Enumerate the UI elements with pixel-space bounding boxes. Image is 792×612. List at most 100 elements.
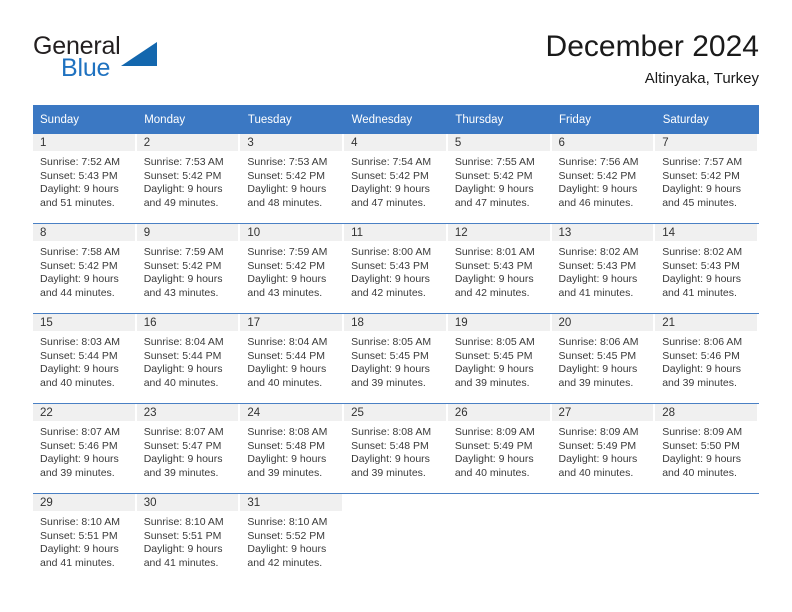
sunset-time: Sunset: 5:43 PM bbox=[558, 259, 637, 272]
calendar-day-cell[interactable]: 16 Sunrise: 8:04 AM Sunset: 5:44 PM Dayligh… bbox=[136, 313, 241, 404]
day-cell-inner: 24 Sunrise: 8:08 AM Sunset: 5:48 PM Dayligh… bbox=[240, 404, 344, 493]
day-cell-inner: 9 Sunrise: 7:59 AM Sunset: 5:42 PM Daylight… bbox=[136, 224, 241, 313]
calendar-empty-cell bbox=[655, 493, 759, 583]
calendar-day-cell[interactable]: 3 Sunrise: 7:53 AM Sunset: 5:42 PM Daylight… bbox=[240, 134, 345, 224]
sunrise-time: Sunrise: 8:05 AM bbox=[351, 336, 432, 348]
day-cell-inner: 23 Sunrise: 8:07 AM Sunset: 5:47 PM Dayligh… bbox=[136, 404, 241, 493]
page-title: December 2024 bbox=[545, 30, 759, 63]
calendar-day-cell[interactable]: 30 Sunrise: 8:10 AM Sunset: 5:51 PM Dayligh… bbox=[136, 493, 241, 583]
sunrise-time: Sunrise: 7:53 AM bbox=[143, 156, 224, 168]
daylight-duration-line1: Daylight: 9 hours bbox=[40, 543, 119, 556]
day-number: 12 bbox=[454, 227, 468, 239]
day-cell-inner: 16 Sunrise: 8:04 AM Sunset: 5:44 PM Dayligh… bbox=[136, 314, 241, 403]
sunrise-time: Sunrise: 8:09 AM bbox=[454, 426, 535, 438]
day-number-band: 23 bbox=[136, 404, 239, 421]
calendar-day-cell[interactable]: 10 Sunrise: 7:59 AM Sunset: 5:42 PM Dayligh… bbox=[240, 223, 345, 314]
day-number: 26 bbox=[454, 407, 468, 419]
calendar-day-cell[interactable]: 13 Sunrise: 8:02 AM Sunset: 5:43 PM Dayligh… bbox=[551, 223, 656, 314]
calendar-day-cell[interactable]: 14 Sunrise: 8:02 AM Sunset: 5:43 PM Dayligh… bbox=[655, 223, 759, 314]
day-cell-details: Sunrise: 8:09 AM Sunset: 5:49 PM Daylight:… bbox=[448, 421, 552, 480]
calendar-day-cell[interactable]: 4 Sunrise: 7:54 AM Sunset: 5:42 PM Daylight… bbox=[344, 134, 448, 224]
daylight-duration-line2: and 49 minutes. bbox=[143, 196, 219, 209]
calendar-day-cell[interactable]: 29 Sunrise: 8:10 AM Sunset: 5:51 PM Dayligh… bbox=[33, 493, 137, 583]
day-cell-details: Sunrise: 7:54 AM Sunset: 5:42 PM Daylight:… bbox=[344, 151, 448, 210]
day-cell-inner: 21 Sunrise: 8:06 AM Sunset: 5:46 PM Dayligh… bbox=[655, 314, 759, 403]
calendar-day-cell[interactable]: 7 Sunrise: 7:57 AM Sunset: 5:42 PM Daylight… bbox=[655, 134, 759, 224]
calendar-day-cell[interactable]: 17 Sunrise: 8:04 AM Sunset: 5:44 PM Dayligh… bbox=[240, 313, 345, 404]
sunrise-time: Sunrise: 8:00 AM bbox=[351, 246, 432, 258]
calendar-day-cell[interactable]: 24 Sunrise: 8:08 AM Sunset: 5:48 PM Dayligh… bbox=[240, 403, 345, 494]
day-number-band: 29 bbox=[33, 494, 135, 511]
day-cell-inner: 3 Sunrise: 7:53 AM Sunset: 5:42 PM Daylight… bbox=[240, 134, 344, 223]
daylight-duration-line2: and 40 minutes. bbox=[247, 376, 323, 389]
sunset-time: Sunset: 5:42 PM bbox=[558, 169, 637, 182]
calendar-day-cell[interactable]: 9 Sunrise: 7:59 AM Sunset: 5:42 PM Daylight… bbox=[136, 223, 241, 314]
daylight-duration-line2: and 40 minutes. bbox=[662, 466, 737, 479]
day-cell-details: Sunrise: 8:07 AM Sunset: 5:46 PM Daylight:… bbox=[33, 421, 137, 480]
daylight-duration-line2: and 47 minutes. bbox=[351, 196, 426, 209]
day-cell-details: Sunrise: 7:52 AM Sunset: 5:43 PM Daylight:… bbox=[33, 151, 137, 210]
title-block: December 2024 Altinyaka, Turkey bbox=[546, 28, 759, 90]
daylight-duration-line2: and 43 minutes. bbox=[247, 286, 323, 299]
day-cell-inner bbox=[344, 494, 448, 583]
day-number: 16 bbox=[143, 317, 157, 329]
sunrise-time: Sunrise: 8:07 AM bbox=[143, 426, 224, 438]
calendar-day-cell[interactable]: 11 Sunrise: 8:00 AM Sunset: 5:43 PM Dayligh… bbox=[344, 223, 448, 314]
daylight-duration-line2: and 39 minutes. bbox=[454, 376, 530, 389]
daylight-duration-line1: Daylight: 9 hours bbox=[40, 273, 119, 286]
day-number-band: 5 bbox=[447, 134, 550, 151]
sunset-time: Sunset: 5:46 PM bbox=[40, 439, 118, 452]
calendar-day-cell[interactable]: 6 Sunrise: 7:56 AM Sunset: 5:42 PM Daylight… bbox=[551, 134, 656, 224]
sunrise-time: Sunrise: 8:07 AM bbox=[40, 426, 120, 438]
daylight-duration-line1: Daylight: 9 hours bbox=[454, 273, 534, 286]
day-cell-inner: 2 Sunrise: 7:53 AM Sunset: 5:42 PM Daylight… bbox=[136, 134, 241, 223]
calendar-day-cell[interactable]: 5 Sunrise: 7:55 AM Sunset: 5:42 PM Daylight… bbox=[447, 134, 552, 224]
day-cell-details: Sunrise: 8:05 AM Sunset: 5:45 PM Daylight:… bbox=[344, 331, 448, 390]
day-cell-inner: 5 Sunrise: 7:55 AM Sunset: 5:42 PM Daylight… bbox=[447, 134, 552, 223]
day-number-band: 10 bbox=[240, 224, 343, 241]
calendar-day-cell[interactable]: 31 Sunrise: 8:10 AM Sunset: 5:52 PM Dayligh… bbox=[240, 493, 345, 583]
daylight-duration-line1: Daylight: 9 hours bbox=[247, 183, 327, 196]
calendar-day-cell[interactable]: 27 Sunrise: 8:09 AM Sunset: 5:49 PM Dayligh… bbox=[551, 403, 656, 494]
calendar-day-cell[interactable]: 1 Sunrise: 7:52 AM Sunset: 5:43 PM Daylight… bbox=[33, 134, 137, 224]
calendar-day-cell[interactable]: 19 Sunrise: 8:05 AM Sunset: 5:45 PM Dayligh… bbox=[447, 313, 552, 404]
calendar-day-cell[interactable]: 18 Sunrise: 8:05 AM Sunset: 5:45 PM Dayligh… bbox=[344, 313, 448, 404]
day-number-band bbox=[344, 494, 446, 511]
weekday-header-wednesday: Wednesday bbox=[344, 105, 449, 134]
calendar-day-cell[interactable]: 8 Sunrise: 7:58 AM Sunset: 5:42 PM Daylight… bbox=[33, 223, 137, 314]
day-cell-details: Sunrise: 8:02 AM Sunset: 5:43 PM Daylight:… bbox=[552, 241, 656, 300]
calendar-empty-cell bbox=[551, 493, 656, 583]
day-number: 29 bbox=[40, 497, 53, 509]
daylight-duration-line1: Daylight: 9 hours bbox=[662, 273, 742, 286]
day-number: 22 bbox=[40, 407, 53, 419]
day-number-band bbox=[552, 494, 654, 511]
calendar-day-cell[interactable]: 15 Sunrise: 8:03 AM Sunset: 5:44 PM Dayligh… bbox=[33, 313, 137, 404]
calendar-week-row: 29 Sunrise: 8:10 AM Sunset: 5:51 PM Dayligh… bbox=[33, 493, 759, 583]
calendar-day-cell[interactable]: 28 Sunrise: 8:09 AM Sunset: 5:50 PM Dayligh… bbox=[655, 403, 759, 494]
sunset-time: Sunset: 5:43 PM bbox=[454, 259, 533, 272]
sunset-time: Sunset: 5:51 PM bbox=[40, 529, 118, 542]
calendar-day-cell[interactable]: 25 Sunrise: 8:08 AM Sunset: 5:48 PM Dayligh… bbox=[344, 403, 448, 494]
calendar-day-cell[interactable]: 20 Sunrise: 8:06 AM Sunset: 5:45 PM Dayligh… bbox=[551, 313, 656, 404]
day-cell-inner: 18 Sunrise: 8:05 AM Sunset: 5:45 PM Dayligh… bbox=[344, 314, 448, 403]
general-blue-logo[interactable]: General Blue bbox=[33, 32, 173, 90]
daylight-duration-line1: Daylight: 9 hours bbox=[143, 453, 223, 466]
day-number-band: 20 bbox=[551, 314, 654, 331]
calendar-day-cell[interactable]: 23 Sunrise: 8:07 AM Sunset: 5:47 PM Dayligh… bbox=[136, 403, 241, 494]
sunset-time: Sunset: 5:45 PM bbox=[558, 349, 637, 362]
sunset-time: Sunset: 5:52 PM bbox=[247, 529, 326, 542]
calendar-day-cell[interactable]: 22 Sunrise: 8:07 AM Sunset: 5:46 PM Dayligh… bbox=[33, 403, 137, 494]
sunset-time: Sunset: 5:42 PM bbox=[247, 259, 326, 272]
daylight-duration-line1: Daylight: 9 hours bbox=[143, 273, 223, 286]
calendar-day-cell[interactable]: 2 Sunrise: 7:53 AM Sunset: 5:42 PM Daylight… bbox=[136, 134, 241, 224]
day-cell-inner: 31 Sunrise: 8:10 AM Sunset: 5:52 PM Dayligh… bbox=[240, 494, 344, 583]
day-cell-inner: 10 Sunrise: 7:59 AM Sunset: 5:42 PM Dayligh… bbox=[240, 224, 344, 313]
daylight-duration-line1: Daylight: 9 hours bbox=[40, 363, 119, 376]
calendar-day-cell[interactable]: 12 Sunrise: 8:01 AM Sunset: 5:43 PM Dayligh… bbox=[447, 223, 552, 314]
calendar-day-cell[interactable]: 26 Sunrise: 8:09 AM Sunset: 5:49 PM Dayligh… bbox=[447, 403, 552, 494]
calendar-week-row: 1 Sunrise: 7:52 AM Sunset: 5:43 PM Daylight… bbox=[33, 134, 759, 224]
sunset-time: Sunset: 5:43 PM bbox=[40, 169, 118, 182]
day-number-band: 26 bbox=[447, 404, 550, 421]
day-number-band: 18 bbox=[344, 314, 446, 331]
calendar-day-cell[interactable]: 21 Sunrise: 8:06 AM Sunset: 5:46 PM Dayligh… bbox=[655, 313, 759, 404]
